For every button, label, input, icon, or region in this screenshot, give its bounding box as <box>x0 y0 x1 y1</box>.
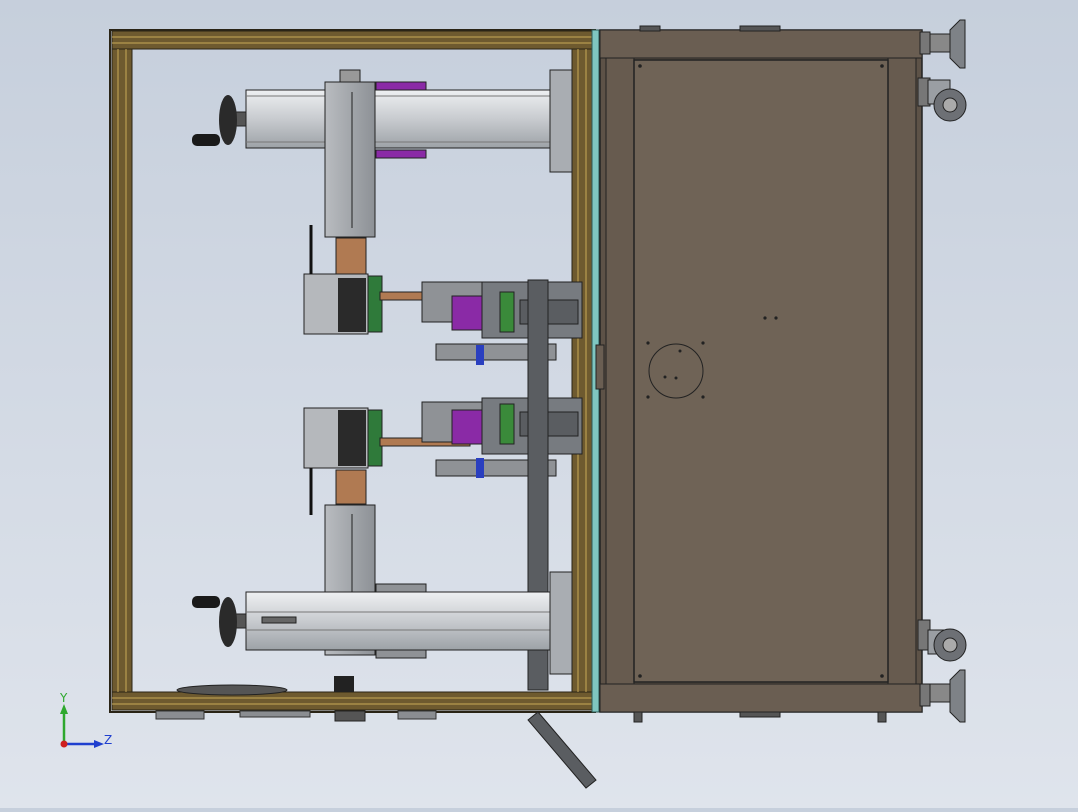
cad-viewport[interactable]: Y Z <box>0 0 1078 808</box>
floor-disc <box>176 684 288 696</box>
upper-linear-actuator <box>245 69 573 238</box>
cad-drawing: Y Z <box>59 19 967 789</box>
crank-handle-icon[interactable] <box>192 596 247 647</box>
slanted-leg <box>527 711 597 789</box>
crank-handle-icon[interactable] <box>192 95 247 146</box>
coordinate-triad-icon: Y Z <box>59 691 112 748</box>
lower-linear-actuator <box>245 504 573 692</box>
caster-wheels <box>917 19 967 723</box>
triad-z-label: Z <box>104 733 112 747</box>
cabinet <box>595 25 923 723</box>
triad-y-label: Y <box>59 691 68 705</box>
